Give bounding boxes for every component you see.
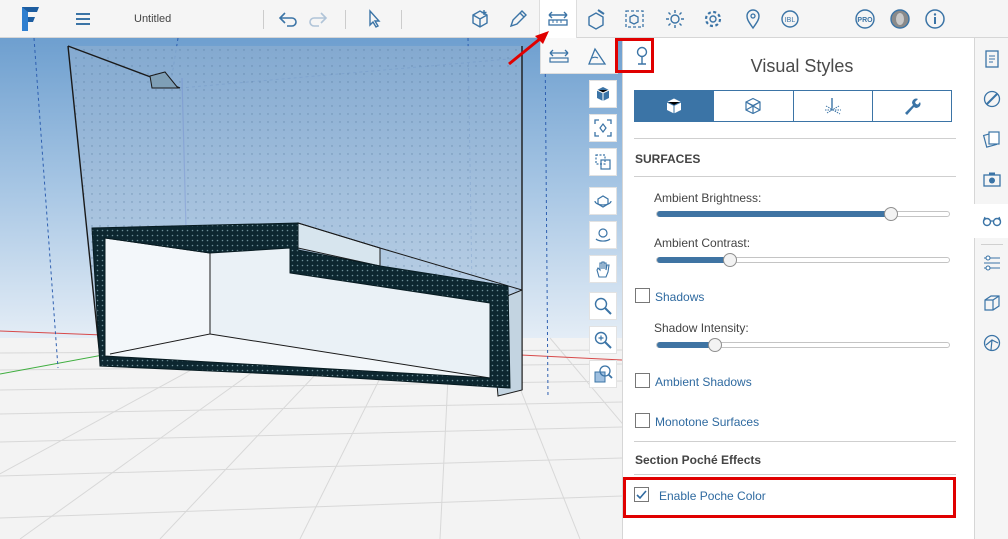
section-cut-icon[interactable] [633, 45, 651, 67]
model-scene [0, 38, 622, 539]
slider-thumb[interactable] [883, 207, 898, 221]
tab-settings[interactable] [872, 91, 951, 121]
slider-thumb[interactable] [723, 253, 737, 267]
look-around-icon[interactable] [589, 221, 617, 249]
shadow-intensity-slider[interactable] [656, 338, 950, 352]
toolbar-divider [263, 10, 264, 29]
slider-fill [657, 257, 730, 263]
shadows-label[interactable]: Shadows [655, 290, 704, 304]
redo-icon[interactable] [304, 5, 332, 33]
slider-thumb[interactable] [708, 338, 723, 352]
pro-icon[interactable]: PRO [851, 5, 879, 33]
toolbar-divider [401, 10, 402, 29]
toolbar-divider [345, 10, 346, 29]
hamburger-icon[interactable] [74, 10, 92, 28]
components-icon[interactable] [979, 290, 1005, 316]
panel-title: Visual Styles [750, 56, 854, 76]
layers-icon[interactable] [979, 126, 1005, 152]
location-icon[interactable] [739, 5, 767, 33]
divider [634, 138, 956, 139]
dynamo-icon[interactable] [979, 330, 1005, 356]
slider-fill [657, 211, 891, 217]
3d-viewport[interactable] [0, 38, 622, 539]
annotation-arrow [508, 31, 549, 66]
ambient-brightness-label: Ambient Brightness: [654, 191, 762, 205]
ambient-shadows-checkbox[interactable] [635, 373, 650, 388]
materials-icon[interactable] [979, 86, 1005, 112]
divider [981, 244, 1003, 245]
sun-icon[interactable] [661, 5, 689, 33]
cube-icon[interactable] [466, 5, 494, 33]
ambient-shadows-label[interactable]: Ambient Shadows [655, 375, 752, 389]
tab-edges[interactable] [714, 91, 794, 121]
visual-styles-tabs [634, 90, 952, 122]
levels-icon[interactable] [979, 250, 1005, 276]
group-icon[interactable] [621, 5, 649, 33]
ambient-brightness-slider[interactable] [656, 207, 950, 221]
properties-icon[interactable] [979, 46, 1005, 72]
cube-icon [666, 98, 682, 114]
angle-icon[interactable] [583, 44, 609, 68]
ibl-icon[interactable]: IBL [776, 5, 804, 33]
visual-styles-panel: Visual Styles SURFACES Ambient Brightnes… [622, 38, 974, 539]
shadow-intensity-label: Shadow Intensity: [654, 321, 749, 335]
slider-fill [657, 342, 716, 348]
formit-logo [22, 7, 39, 31]
user-avatar-icon[interactable] [886, 5, 914, 33]
divider [634, 441, 956, 442]
shadows-checkbox[interactable] [635, 288, 650, 303]
solid-tools-icon[interactable] [582, 5, 610, 33]
visual-styles-glasses-icon[interactable] [974, 204, 1008, 238]
poche-heading: Section Poché Effects [635, 453, 762, 467]
scenes-camera-icon[interactable] [979, 166, 1005, 192]
svg-text:IBL: IBL [785, 17, 796, 24]
highlight-box [623, 477, 956, 518]
undo-icon[interactable] [274, 5, 302, 33]
zoom-extents-icon[interactable] [589, 360, 617, 388]
measure-flyout [540, 38, 618, 74]
ambient-contrast-label: Ambient Contrast: [654, 236, 751, 250]
right-panel-rail [974, 38, 1008, 539]
ambient-contrast-slider[interactable] [656, 253, 950, 267]
zoom-fit-icon[interactable] [589, 114, 617, 142]
solid-cube-icon[interactable] [589, 80, 617, 108]
grid-axes-icon [824, 98, 841, 115]
svg-text:PRO: PRO [857, 17, 873, 24]
zoom-window-icon[interactable] [589, 326, 617, 354]
top-toolbar: Untitled IBL PRO [0, 0, 1008, 38]
info-icon[interactable] [921, 5, 949, 33]
wireframe-icon [745, 97, 761, 115]
select-icon[interactable] [360, 5, 388, 33]
surfaces-heading: SURFACES [635, 152, 701, 166]
zoom-icon[interactable] [589, 292, 617, 320]
settings-icon[interactable] [699, 5, 727, 33]
monotone-surfaces-label[interactable]: Monotone Surfaces [655, 415, 759, 429]
tab-grid[interactable] [793, 91, 873, 121]
document-title: Untitled [134, 13, 172, 25]
orbit-icon[interactable] [589, 187, 617, 215]
divider [634, 474, 956, 475]
tab-surfaces[interactable] [635, 91, 715, 121]
wrench-icon [904, 98, 921, 115]
divider [634, 176, 956, 177]
pan-hand-icon[interactable] [589, 255, 617, 283]
monotone-surfaces-checkbox[interactable] [635, 413, 650, 428]
group-view-icon[interactable] [589, 148, 617, 176]
